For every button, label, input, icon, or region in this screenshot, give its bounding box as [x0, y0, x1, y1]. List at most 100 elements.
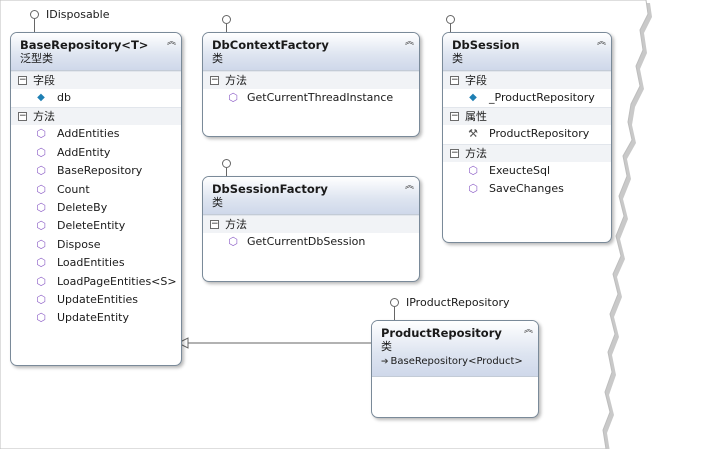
method-icon: ⬡ — [36, 311, 46, 325]
double-chevron-up-icon[interactable]: ︽ — [524, 325, 533, 335]
section-fields[interactable]: − 字段 — [443, 71, 611, 89]
member-row[interactable]: ◆ _ProductRepository — [443, 89, 611, 107]
class-header[interactable]: ProductRepository 类 ➔ BaseRepository<Prod… — [372, 321, 538, 377]
member-name: AddEntities — [57, 127, 120, 141]
method-icon: ⬡ — [36, 127, 46, 141]
double-chevron-up-icon[interactable]: ︽ — [597, 37, 606, 47]
member-row[interactable]: ⬡ GetCurrentThreadInstance — [203, 89, 419, 107]
member-row[interactable]: ⬡ AddEntity — [11, 144, 181, 162]
double-chevron-up-icon[interactable]: ︽ — [405, 181, 414, 191]
minus-box-icon[interactable]: − — [18, 112, 27, 122]
member-row[interactable]: ⬡ AddEntities — [11, 125, 181, 143]
class-header[interactable]: DbSessionFactory 类 ︽ — [203, 177, 419, 215]
class-header[interactable]: DbContextFactory 类 ︽ — [203, 33, 419, 71]
member-name: _ProductRepository — [489, 91, 595, 104]
property-icon: ⚒ — [468, 127, 478, 141]
minus-box-icon[interactable]: − — [210, 76, 219, 85]
class-name: ProductRepository — [381, 326, 502, 340]
member-row[interactable]: ◆ db — [11, 89, 181, 107]
member-name: GetCurrentDbSession — [247, 235, 366, 248]
member-name: ProductRepository — [489, 127, 590, 141]
class-stereotype: 类 — [212, 52, 223, 65]
base-type: ➔ BaseRepository<Product> — [381, 355, 530, 369]
class-header[interactable]: DbSession 类 ︽ — [443, 33, 611, 71]
double-chevron-up-icon[interactable]: ︽ — [405, 37, 414, 47]
method-icon: ⬡ — [36, 219, 46, 233]
section-label: 属性 — [465, 110, 487, 124]
double-chevron-up-icon[interactable]: ︽ — [167, 37, 176, 47]
member-row[interactable]: ⬡ ExeucteSql — [443, 162, 611, 180]
section-fields[interactable]: − 字段 — [11, 71, 181, 89]
member-row[interactable]: ⬡ UpdateEntities — [11, 291, 181, 309]
section-methods[interactable]: − 方法 — [203, 215, 419, 233]
method-icon: ⬡ — [36, 274, 46, 288]
member-row[interactable]: ⬡ DeleteEntity — [11, 217, 181, 235]
member-name: SaveChanges — [489, 182, 564, 196]
field-icon: ◆ — [469, 92, 477, 103]
member-name: UpdateEntity — [57, 311, 129, 325]
minus-box-icon[interactable]: − — [450, 76, 459, 85]
method-icon: ⬡ — [36, 145, 46, 159]
interface-label: IProductRepository — [406, 296, 510, 309]
class-box-db-session[interactable]: DbSession 类 ︽ − 字段 ◆ _ProductRepository −… — [442, 32, 612, 243]
member-name: LoadPageEntities<S> — [57, 274, 177, 288]
minus-box-icon[interactable]: − — [450, 112, 459, 122]
member-row[interactable]: ⬡ GetCurrentDbSession — [203, 233, 419, 251]
method-icon: ⬡ — [228, 91, 238, 104]
minus-box-icon[interactable]: − — [210, 220, 219, 229]
interface-label: IDisposable — [46, 8, 110, 21]
member-name: BaseRepository — [57, 164, 143, 178]
method-icon: ⬡ — [36, 292, 46, 306]
method-icon: ⬡ — [468, 182, 478, 196]
member-name: DeleteBy — [57, 200, 108, 214]
member-row[interactable]: ⬡ SaveChanges — [443, 180, 611, 198]
member-row[interactable]: ⬡ LoadEntities — [11, 254, 181, 272]
method-icon: ⬡ — [36, 164, 46, 178]
section-properties[interactable]: − 属性 — [443, 107, 611, 126]
member-row[interactable]: ⬡ UpdateEntity — [11, 309, 181, 327]
member-row[interactable]: ⬡ Dispose — [11, 236, 181, 254]
section-label: 方法 — [225, 218, 247, 231]
class-stereotype: 类 — [212, 196, 223, 209]
member-name: DeleteEntity — [57, 219, 126, 233]
member-row[interactable]: ⬡ LoadPageEntities<S> — [11, 273, 181, 291]
section-methods[interactable]: − 方法 — [443, 143, 611, 162]
member-name: GetCurrentThreadInstance — [247, 91, 394, 104]
member-name: LoadEntities — [57, 256, 125, 270]
class-name: DbSession — [452, 38, 520, 52]
class-box-db-session-factory[interactable]: DbSessionFactory 类 ︽ − 方法 ⬡ GetCurrentDbS… — [202, 176, 420, 282]
method-icon: ⬡ — [36, 200, 46, 214]
method-icon: ⬡ — [36, 256, 46, 270]
class-box-db-context-factory[interactable]: DbContextFactory 类 ︽ − 方法 ⬡ GetCurrentThr… — [202, 32, 420, 137]
member-row[interactable]: ⚒ ProductRepository — [443, 125, 611, 143]
member-name: UpdateEntities — [57, 292, 138, 306]
base-type-name: BaseRepository<Product> — [390, 356, 523, 367]
method-icon: ⬡ — [228, 235, 238, 248]
class-name: BaseRepository<T> — [20, 38, 149, 52]
class-stereotype: 泛型类 — [20, 52, 53, 65]
section-methods[interactable]: − 方法 — [203, 71, 419, 89]
class-name: DbContextFactory — [212, 38, 329, 52]
method-icon: ⬡ — [468, 163, 478, 177]
class-box-base-repository[interactable]: BaseRepository<T> 泛型类 ︽ − 字段 ◆ db − 方法 ⬡… — [10, 32, 182, 366]
section-label: 字段 — [465, 74, 487, 87]
class-box-product-repository[interactable]: ProductRepository 类 ➔ BaseRepository<Prod… — [371, 320, 539, 418]
member-row[interactable]: ⬡ DeleteBy — [11, 199, 181, 217]
method-icon: ⬡ — [36, 182, 46, 196]
minus-box-icon[interactable]: − — [18, 76, 27, 85]
section-label: 字段 — [33, 74, 55, 87]
member-name: db — [57, 91, 71, 104]
member-name: AddEntity — [57, 145, 111, 159]
member-row[interactable]: ⬡ Count — [11, 181, 181, 199]
section-label: 方法 — [33, 110, 55, 124]
minus-box-icon[interactable]: − — [450, 148, 459, 158]
class-name: DbSessionFactory — [212, 182, 328, 196]
inherits-arrow-icon: ➔ — [381, 357, 389, 367]
section-label: 方法 — [465, 146, 487, 160]
class-stereotype: 类 — [452, 52, 463, 65]
section-label: 方法 — [225, 74, 247, 87]
member-row[interactable]: ⬡ BaseRepository — [11, 162, 181, 180]
section-methods[interactable]: − 方法 — [11, 107, 181, 126]
member-name: ExeucteSql — [489, 163, 551, 177]
class-header[interactable]: BaseRepository<T> 泛型类 ︽ — [11, 33, 181, 71]
